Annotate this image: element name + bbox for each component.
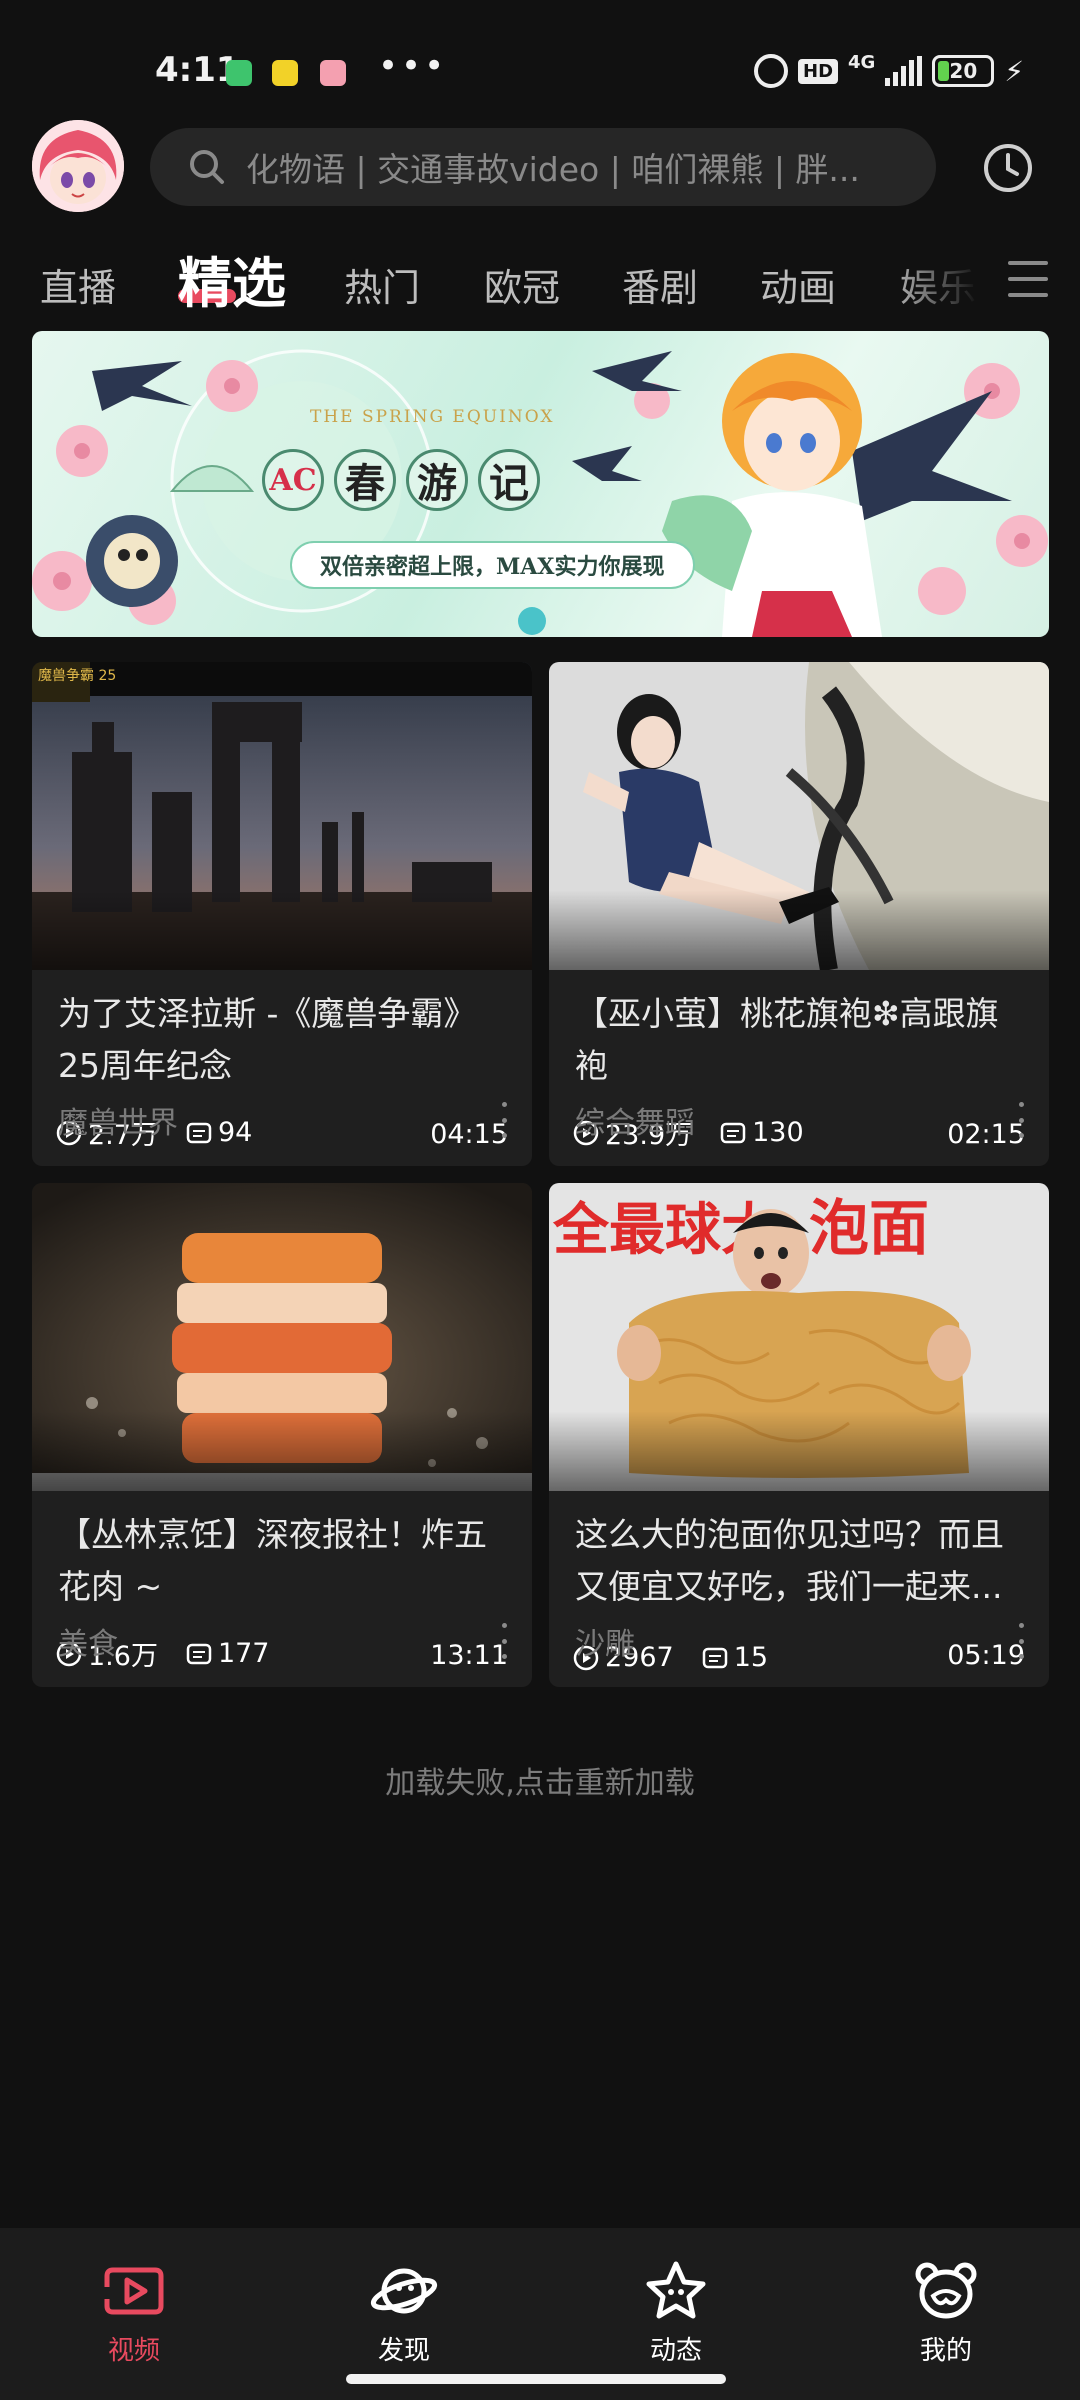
video-card[interactable]: 魔兽争霸 25 2.7万 94 04:15 为了艾泽拉斯 -《魔兽争霸》25周年… [32, 662, 532, 1166]
search-placeholder: 化物语 | 交通事故video | 咱们裸熊 | 胖... [246, 150, 860, 189]
tabs-fade [890, 245, 1000, 315]
video-title: 【巫小萤】桃花旗袍❇高跟旗袍 [575, 994, 999, 1085]
danmaku-count-icon [186, 1643, 212, 1664]
video-category: 综合舞蹈 [575, 1106, 695, 1141]
tab-bangumi[interactable]: 番剧 [622, 257, 698, 312]
nav-label: 动态 [649, 2336, 702, 2366]
bear-icon [915, 2262, 977, 2319]
video-icon [104, 2267, 164, 2315]
banner-title-char: 游 [406, 449, 468, 511]
banner-title-char: AC [262, 449, 324, 511]
nav-activity[interactable]: 动态 [606, 2256, 746, 2367]
video-category: 魔兽世界 [58, 1106, 178, 1141]
more-notifications-icon: ••• [378, 46, 448, 86]
search-icon [190, 150, 224, 184]
network-type: 4G [848, 51, 876, 73]
comment-count: 177 [217, 1638, 270, 1669]
video-category: 沙雕 [575, 1627, 635, 1662]
comment-count: 15 [733, 1642, 769, 1673]
tab-animation[interactable]: 动画 [760, 257, 836, 312]
more-options-icon[interactable] [494, 1102, 514, 1138]
video-thumbnail: 全最球大 泡面 [549, 1183, 1049, 1491]
charging-icon: ⚡ [1004, 54, 1024, 88]
banner-artwork [32, 349, 1048, 637]
status-bar: 4:11 ••• HD 4G 20 ⚡ [0, 0, 1080, 110]
video-card[interactable]: 全最球大 泡面 2967 15 05:19 这么大的泡面你见过吗？而且又便宜又好… [549, 1183, 1049, 1687]
video-title: 【丛林烹饪】深夜报社！炸五花肉 ~ [58, 1515, 487, 1606]
app-header: 化物语 | 交通事故video | 咱们裸熊 | 胖... [0, 120, 1080, 220]
tab-live[interactable]: 直播 [40, 257, 116, 312]
search-bar[interactable]: 化物语 | 交通事故video | 咱们裸熊 | 胖... [150, 128, 936, 206]
video-card[interactable]: 1.6万 177 13:11 【丛林烹饪】深夜报社！炸五花肉 ~ 美食 [32, 1183, 532, 1687]
nav-label: 我的 [919, 2336, 972, 2366]
history-icon[interactable] [982, 142, 1034, 194]
video-thumbnail [32, 1183, 532, 1491]
home-indicator[interactable] [346, 2374, 726, 2384]
comment-count: 130 [752, 1117, 804, 1148]
banner-title-char: 记 [478, 449, 540, 511]
banner-title-char: 春 [334, 449, 396, 511]
battery-level: 20 [949, 59, 978, 83]
danmaku-count-icon [186, 1122, 212, 1143]
more-options-icon[interactable] [494, 1623, 514, 1659]
hd-icon: HD [798, 58, 839, 84]
nav-discover[interactable]: 发现 [334, 2256, 474, 2367]
nav-label: 发现 [377, 2336, 430, 2366]
app-notification-icon [320, 60, 346, 86]
danmaku-count-icon [702, 1647, 727, 1668]
video-thumbnail: 魔兽争霸 25 [32, 662, 532, 970]
app-notification-icon [272, 60, 298, 86]
app-notification-icon [226, 60, 252, 86]
category-tabs: 直播 精选 热门 欧冠 番剧 动画 娱乐 [0, 245, 1080, 315]
reload-prompt[interactable]: 加载失败,点击重新加载 [0, 1758, 1080, 1802]
nav-label: 视频 [107, 2336, 160, 2366]
signal-icon [885, 56, 923, 86]
promo-banner[interactable]: THE SPRING EQUINOX AC 春 游 记 双倍亲密超上限，MAX实… [32, 331, 1049, 637]
nav-video[interactable]: 视频 [64, 2256, 204, 2367]
banner-equinox-text: THE SPRING EQUINOX [310, 407, 555, 427]
thumbnail-overlay-text: 泡面 [809, 1194, 929, 1264]
banner-subtitle: 双倍亲密超上限，MAX实力你展现 [290, 541, 695, 589]
battery-icon: 20 [932, 55, 995, 87]
video-thumbnail [549, 662, 1049, 970]
danmaku-count-icon [720, 1122, 746, 1143]
thumbnail-badge: 魔兽争霸 25 [38, 668, 116, 684]
nav-profile[interactable]: 我的 [876, 2256, 1016, 2367]
banner-title: AC 春 游 记 [262, 449, 540, 511]
star-icon [646, 2261, 706, 2319]
video-category: 美食 [58, 1627, 118, 1662]
more-options-icon[interactable] [1011, 1623, 1031, 1659]
comment-count: 94 [217, 1117, 253, 1148]
tab-menu-icon[interactable] [1008, 261, 1048, 299]
video-title: 为了艾泽拉斯 -《魔兽争霸》25周年纪念 [58, 994, 477, 1085]
video-card[interactable]: 23.9万 130 02:15 【巫小萤】桃花旗袍❇高跟旗袍 综合舞蹈 [549, 662, 1049, 1166]
tab-hot[interactable]: 热门 [344, 257, 420, 312]
tab-champions-league[interactable]: 欧冠 [484, 257, 560, 312]
planet-icon [370, 2268, 438, 2314]
tab-featured[interactable]: 精选 [178, 239, 286, 318]
video-title: 这么大的泡面你见过吗？而且又便宜又好吃，我们一起来... [575, 1515, 1004, 1606]
more-options-icon[interactable] [1011, 1102, 1031, 1138]
user-avatar[interactable] [32, 120, 124, 212]
alarm-icon [754, 54, 788, 88]
